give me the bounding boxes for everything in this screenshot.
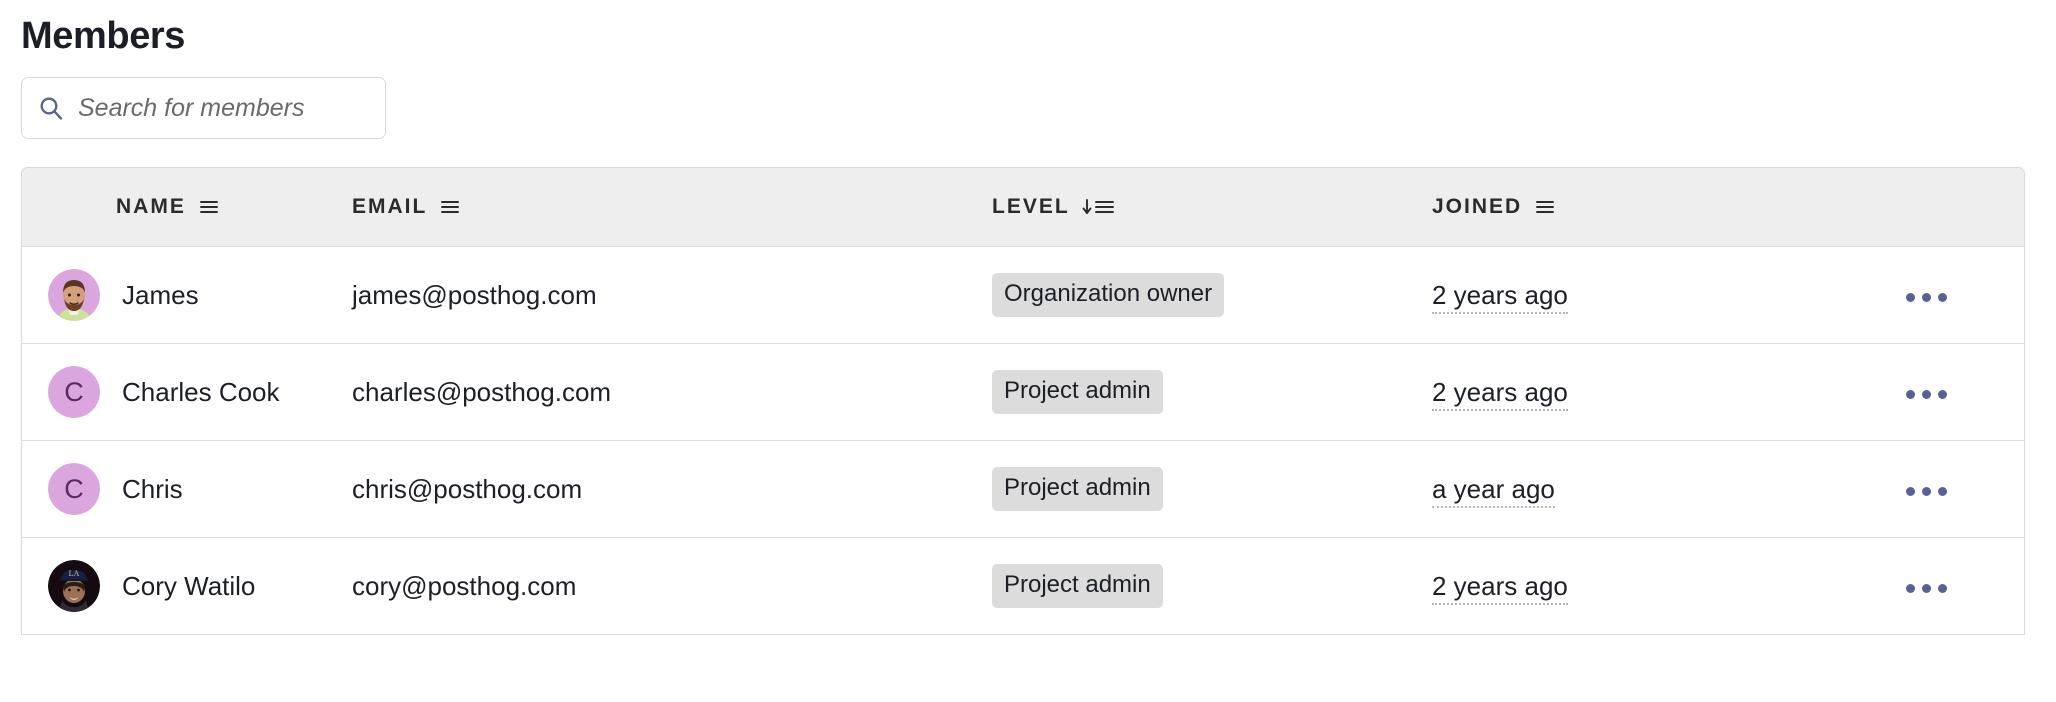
cell-email: charles@posthog.com [352,343,992,441]
cell-email: james@posthog.com [352,246,992,344]
avatar: C [48,366,100,418]
search-box[interactable] [21,77,386,139]
list-icon[interactable] [439,198,461,216]
row-actions-button[interactable] [1900,283,1953,312]
cell-joined: 2 years ago [1432,343,1832,441]
ellipsis-icon [1906,487,1915,496]
search-input[interactable] [78,93,369,123]
page-title: Members [21,15,186,57]
table-row[interactable]: LA Cory Watilo cory@posthog.com Project … [22,537,2024,635]
table-row[interactable]: C Charles Cook charles@posthog.com Proje… [22,343,2024,441]
level-badge: Project admin [992,467,1163,511]
column-header-name[interactable]: NAME [22,168,352,247]
member-name: James [122,279,199,310]
joined-date[interactable]: 2 years ago [1432,570,1568,605]
table-header-row: NAME EMAIL LEVEL JOINED [22,168,2024,247]
member-name: Charles Cook [122,376,280,407]
members-page: Members NAME [0,0,2056,702]
avatar [48,269,100,321]
cell-actions [1832,343,2024,441]
joined-date[interactable]: 2 years ago [1432,279,1568,314]
member-email: cory@posthog.com [352,570,577,601]
avatar-initial: C [64,377,84,407]
ellipsis-icon [1906,584,1915,593]
column-header-name-label: NAME [116,195,186,218]
cell-level: Organization owner [992,246,1432,344]
ellipsis-icon [1938,293,1947,302]
list-icon[interactable] [1534,198,1556,216]
cell-name: C Charles Cook [22,343,352,441]
table-row[interactable]: C Chris chris@posthog.com Project admin [22,440,2024,538]
ellipsis-icon [1938,584,1947,593]
level-badge: Organization owner [992,273,1225,317]
avatar: C [48,463,100,515]
column-header-level[interactable]: LEVEL [992,168,1432,247]
members-table-container: NAME EMAIL LEVEL JOINED James james@post… [21,167,2025,635]
member-name: Chris [122,473,183,504]
column-header-email-label: EMAIL [352,195,428,218]
table-header: NAME EMAIL LEVEL JOINED [22,168,2024,247]
svg-text:LA: LA [69,569,80,578]
search-icon [38,95,64,121]
member-name: Cory Watilo [122,570,256,601]
row-actions-button[interactable] [1900,477,1953,506]
members-table: NAME EMAIL LEVEL JOINED James james@post… [22,168,2024,635]
table-row[interactable]: James james@posthog.com Organization own… [22,246,2024,344]
list-icon[interactable] [198,198,220,216]
avatar: LA [48,560,100,612]
ellipsis-icon [1938,390,1947,399]
column-header-level-label: LEVEL [992,195,1070,218]
cell-name: James [22,246,352,344]
ellipsis-icon [1906,390,1915,399]
cell-email: cory@posthog.com [352,537,992,635]
sort-desc-icon[interactable] [1082,198,1116,216]
column-header-email[interactable]: EMAIL [352,168,992,247]
cell-joined: 2 years ago [1432,246,1832,344]
cell-name: LA Cory Watilo [22,537,352,635]
member-email: chris@posthog.com [352,473,583,504]
cell-name: C Chris [22,440,352,538]
joined-date[interactable]: 2 years ago [1432,376,1568,411]
ellipsis-icon [1938,487,1947,496]
table-body: James james@posthog.com Organization own… [22,246,2024,635]
row-actions-button[interactable] [1900,574,1953,603]
cell-actions [1832,537,2024,635]
cell-actions [1832,246,2024,344]
row-actions-button[interactable] [1900,380,1953,409]
ellipsis-icon [1922,390,1931,399]
column-header-joined[interactable]: JOINED [1432,168,1832,247]
column-header-joined-label: JOINED [1432,195,1523,218]
avatar-initial: C [64,474,84,504]
ellipsis-icon [1922,487,1931,496]
column-header-actions [1832,168,2024,247]
ellipsis-icon [1922,584,1931,593]
cell-level: Project admin [992,343,1432,441]
level-badge: Project admin [992,370,1163,414]
member-email: charles@posthog.com [352,376,612,407]
member-email: james@posthog.com [352,279,597,310]
cell-joined: a year ago [1432,440,1832,538]
ellipsis-icon [1906,293,1915,302]
cell-joined: 2 years ago [1432,537,1832,635]
level-badge: Project admin [992,564,1163,608]
cell-actions [1832,440,2024,538]
cell-email: chris@posthog.com [352,440,992,538]
ellipsis-icon [1922,293,1931,302]
joined-date[interactable]: a year ago [1432,473,1555,508]
cell-level: Project admin [992,537,1432,635]
cell-level: Project admin [992,440,1432,538]
